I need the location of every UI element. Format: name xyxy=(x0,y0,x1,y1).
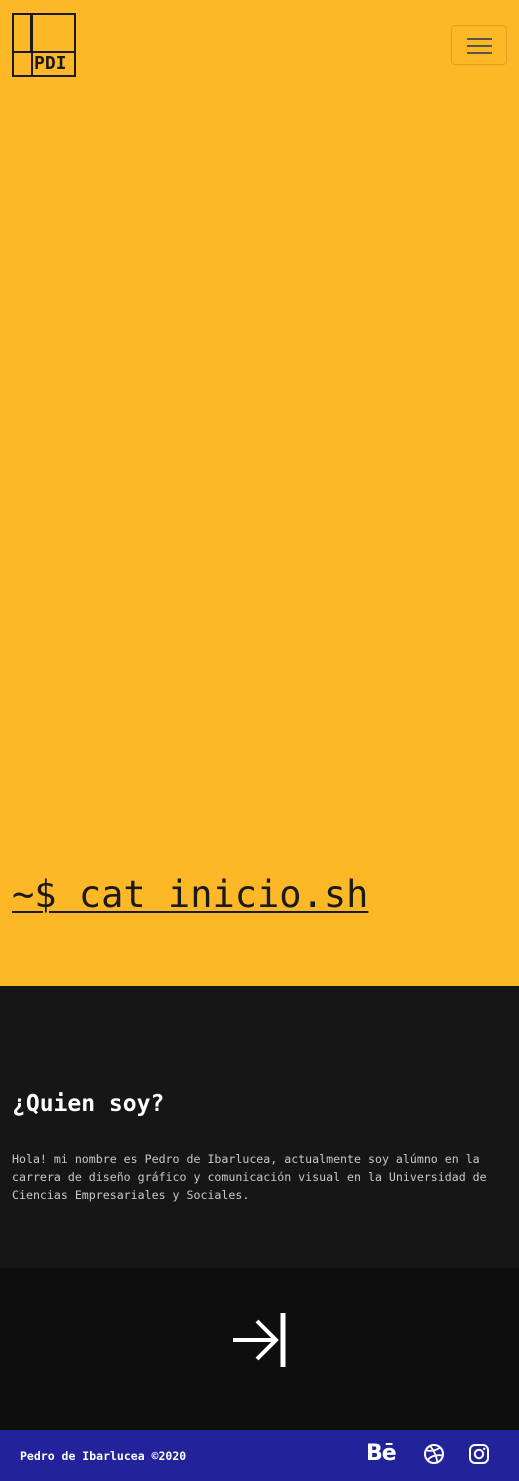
behance-icon[interactable]: Bē xyxy=(366,1442,400,1468)
logo-text: PDI xyxy=(34,53,67,74)
about-text: Hola! mi nombre es Pedro de Ibarlucea, a… xyxy=(12,1152,487,1202)
footer-copyright: Pedro de Ibarlucea ©2020 xyxy=(20,1449,187,1463)
about-section: ¿Quien soy? Hola! mi nombre es Pedro de … xyxy=(0,986,519,1268)
next-section xyxy=(0,1268,519,1430)
logo-grid-line xyxy=(30,15,32,51)
instagram-icon[interactable] xyxy=(468,1442,490,1468)
arrow-right-to-bar-icon[interactable] xyxy=(232,1312,288,1368)
about-heading: ¿Quien soy? xyxy=(12,1091,165,1117)
footer: Pedro de Ibarlucea ©2020 Bē xyxy=(0,1430,519,1481)
hero-section: PDI ~$ cat inicio.sh xyxy=(0,0,519,986)
menu-toggle-button[interactable] xyxy=(451,25,507,65)
dribbble-icon[interactable] xyxy=(423,1442,445,1468)
logo[interactable]: PDI xyxy=(12,13,76,77)
hero-title-link[interactable]: ~$ cat inicio.sh xyxy=(12,872,492,918)
